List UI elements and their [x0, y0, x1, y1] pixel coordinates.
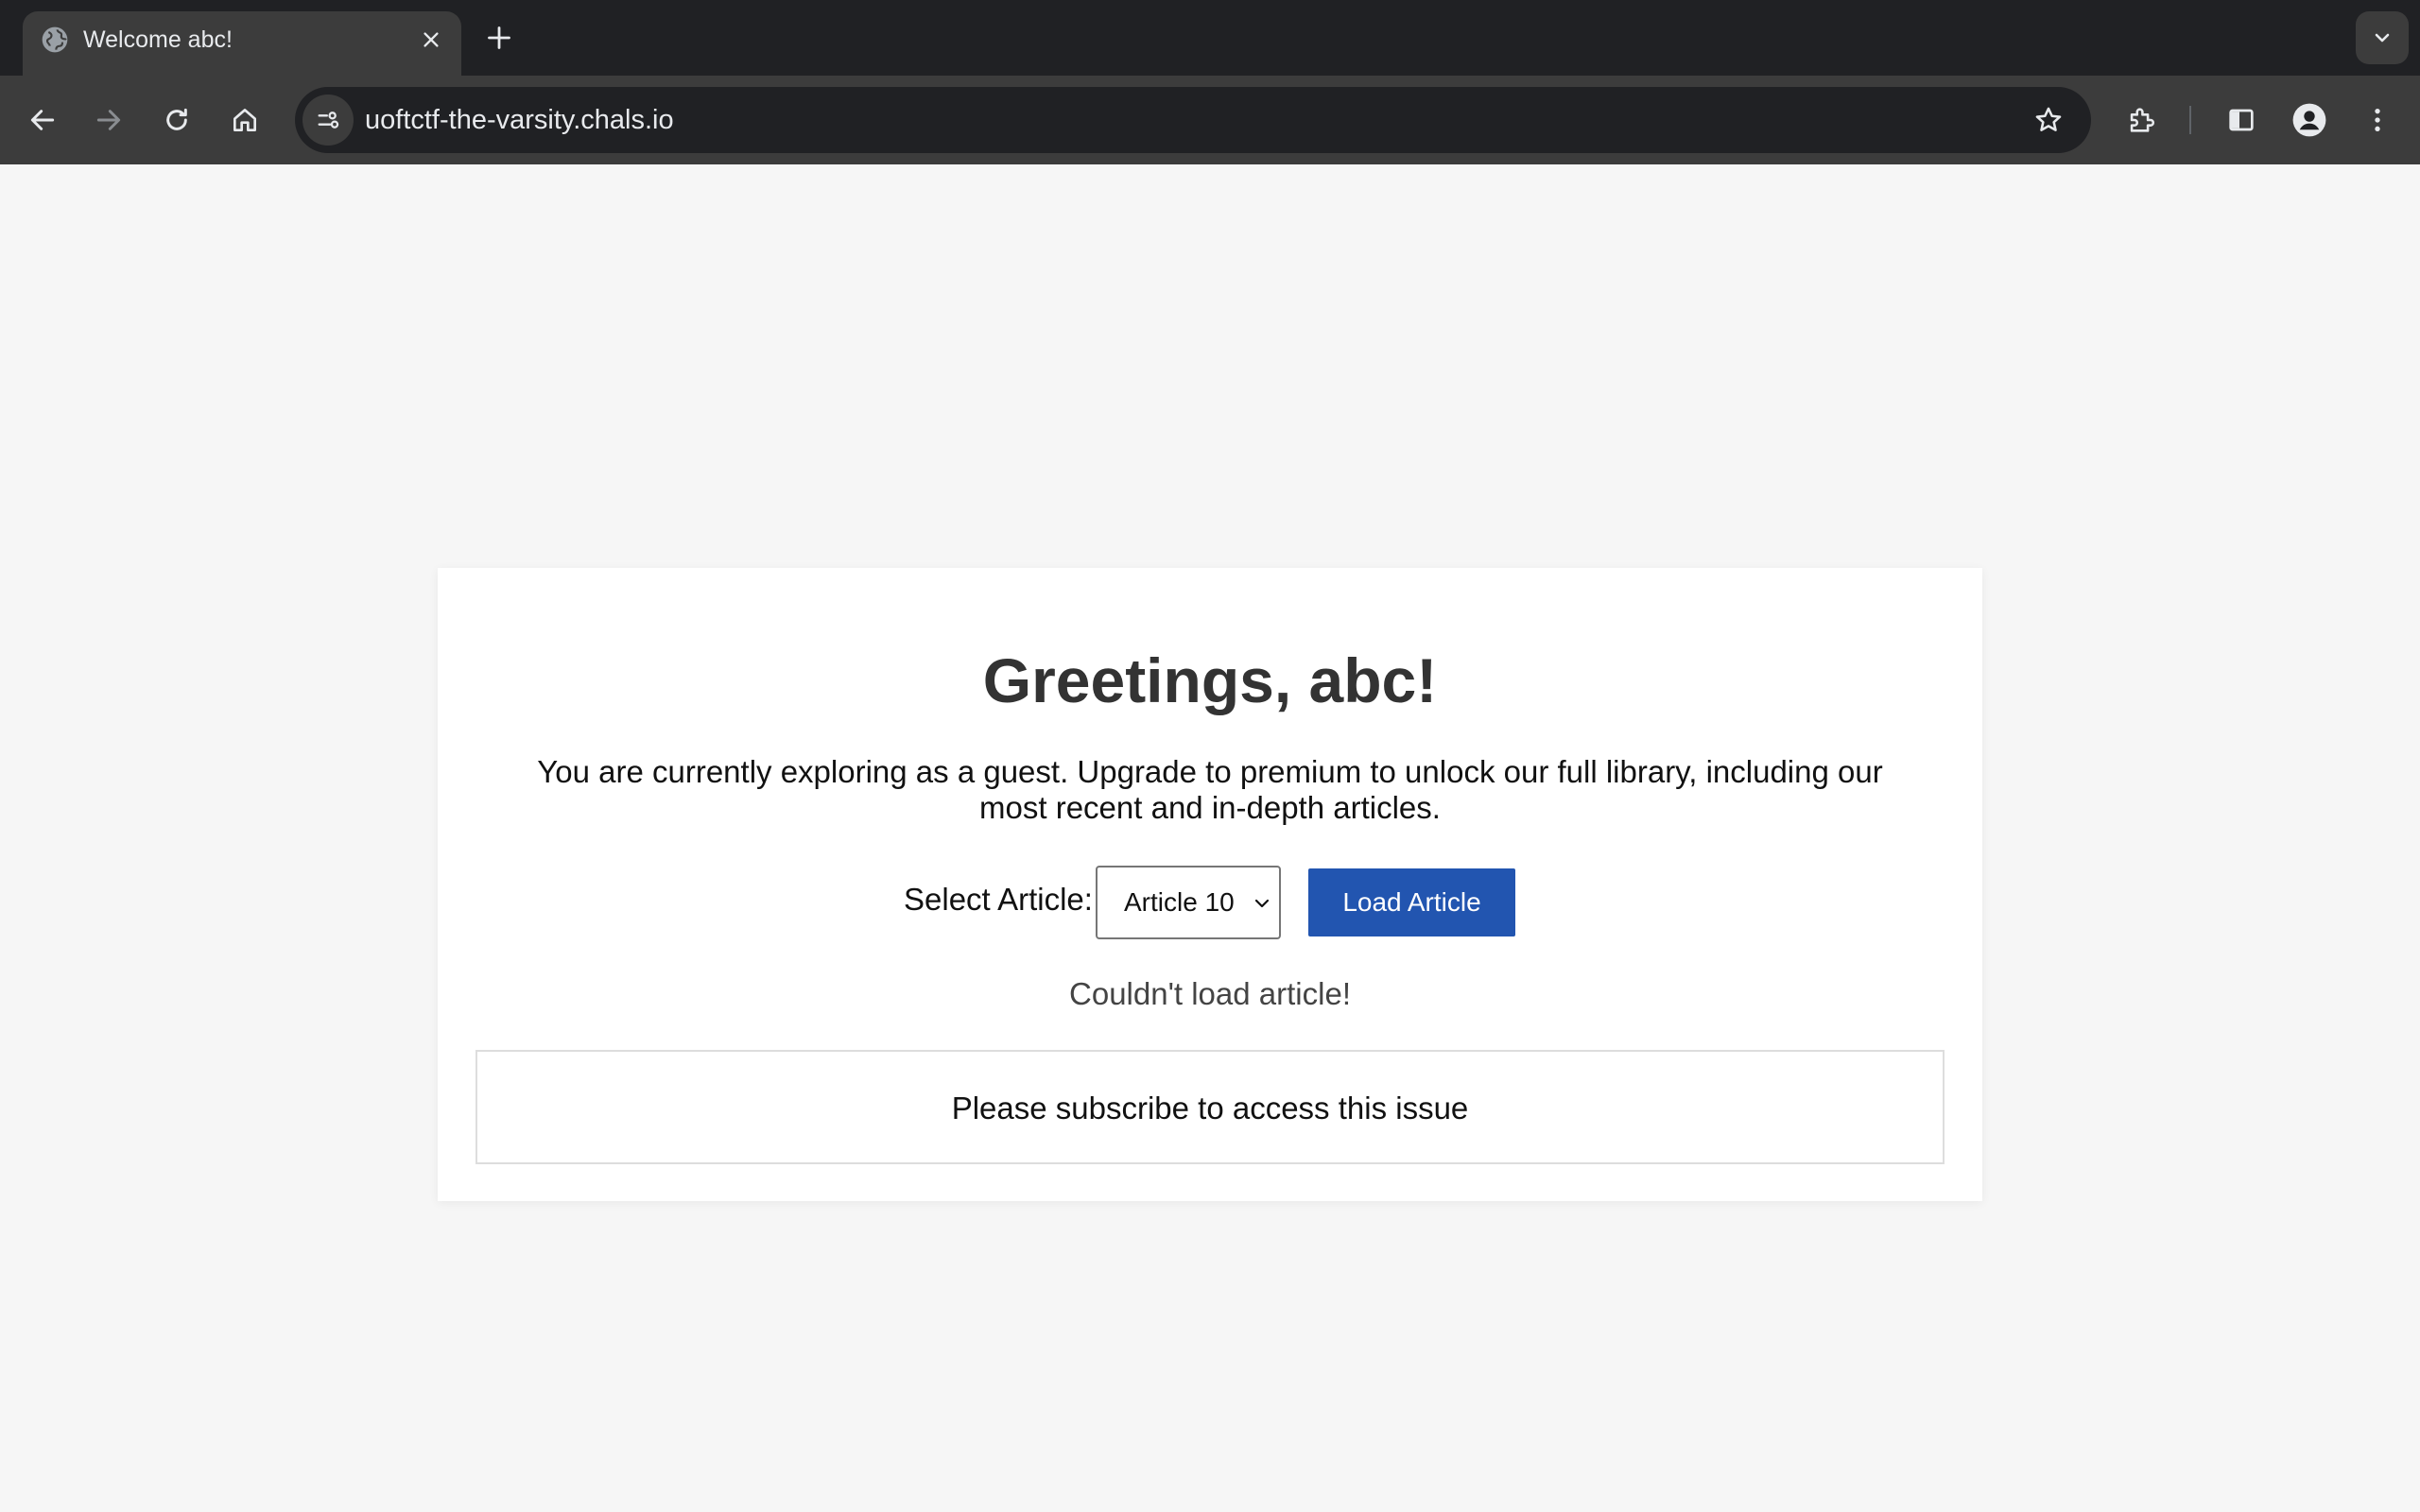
- back-arrow-icon: [30, 110, 55, 130]
- new-tab-button[interactable]: [480, 19, 518, 57]
- forward-button[interactable]: [85, 96, 132, 144]
- tab-search-button[interactable]: [2356, 11, 2409, 64]
- article-content: Please subscribe to access this issue: [951, 1091, 1469, 1125]
- tune-icon: [318, 112, 339, 129]
- home-button[interactable]: [221, 96, 268, 144]
- bookmark-button[interactable]: [2029, 100, 2068, 140]
- extensions-icon: [2130, 108, 2154, 132]
- chevron-down-icon: [1254, 899, 1270, 908]
- chevron-down-icon: [2375, 33, 2390, 43]
- select-article-label: Select Article:: [904, 882, 1093, 917]
- home-icon: [233, 109, 256, 131]
- star-icon: [2035, 107, 2062, 131]
- plus-icon: [488, 26, 510, 49]
- article-select-value: Article 10: [1124, 887, 1235, 917]
- browser-toolbar: uoftctf-the-varsity.chals.io: [0, 76, 2420, 164]
- profile-button[interactable]: [2286, 96, 2333, 144]
- globe-icon: [42, 26, 68, 53]
- forward-arrow-icon: [96, 110, 121, 130]
- close-tab-icon[interactable]: [414, 23, 448, 57]
- menu-icon: [2375, 109, 2380, 131]
- load-article-button[interactable]: Load Article: [1308, 868, 1515, 936]
- reload-button[interactable]: [153, 96, 200, 144]
- guest-notice: You are currently exploring as a guest. …: [537, 754, 1883, 825]
- reload-icon: [166, 108, 187, 130]
- side-panel-icon: [2229, 109, 2254, 131]
- profile-icon: [2292, 103, 2326, 137]
- page-title: Greetings, abc!: [982, 645, 1438, 715]
- browser-menu-button[interactable]: [2354, 96, 2401, 144]
- article-selector: Select Article: Article 10 Load Article: [0, 866, 2420, 939]
- tab-title: Welcome abc!: [83, 26, 233, 53]
- url-text[interactable]: uoftctf-the-varsity.chals.io: [365, 103, 674, 137]
- address-bar[interactable]: uoftctf-the-varsity.chals.io: [295, 87, 2091, 153]
- status-message: Couldn't load article!: [1069, 976, 1351, 1011]
- extensions-button[interactable]: [2118, 96, 2165, 144]
- article-content-box: Please subscribe to access this issue: [475, 1050, 1945, 1164]
- site-info-button[interactable]: [302, 94, 354, 146]
- article-select[interactable]: Article 10: [1096, 866, 1281, 939]
- tab-strip: Welcome abc!: [0, 0, 2420, 76]
- browser-tab[interactable]: Welcome abc!: [23, 11, 461, 76]
- toolbar-divider: [2189, 106, 2191, 134]
- back-button[interactable]: [19, 96, 66, 144]
- side-panel-button[interactable]: [2218, 96, 2265, 144]
